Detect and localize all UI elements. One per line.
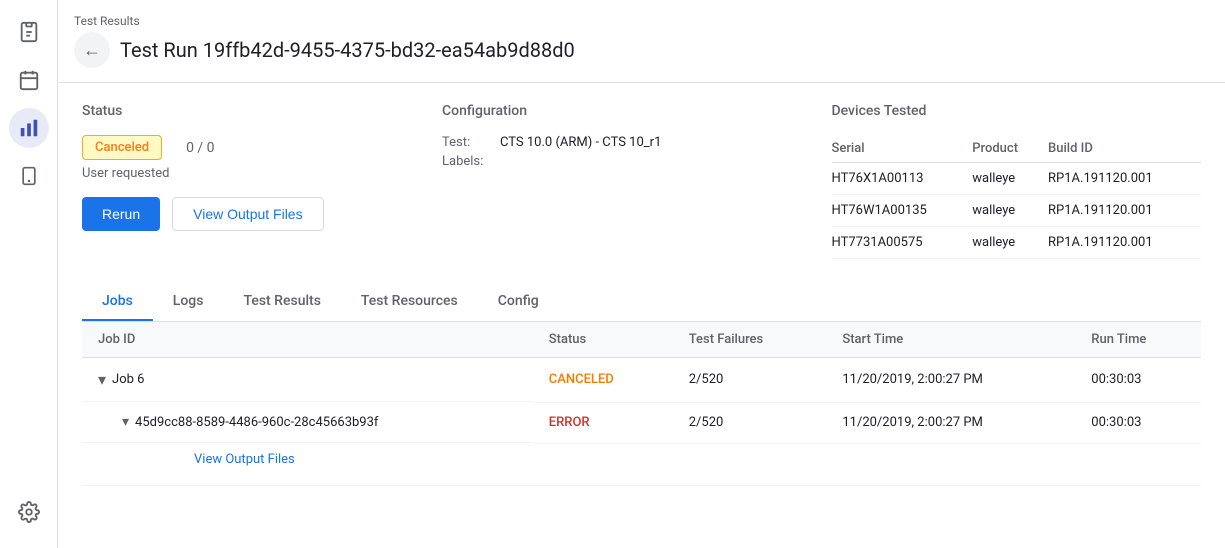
jobs-col-failures: Test Failures xyxy=(673,322,827,358)
table-row: ▾ Job 6 CANCELED 2/520 11/20/2019, 2:00:… xyxy=(82,358,1201,403)
status-section: Status Canceled 0 / 0 User requested Rer… xyxy=(82,103,422,259)
devices-col-serial: Serial xyxy=(832,135,973,163)
jobs-col-start: Start Time xyxy=(826,322,1075,358)
sidebar-icon-phone[interactable] xyxy=(9,156,49,196)
jobs-table: Job ID Status Test Failures Start Time R… xyxy=(82,322,1201,486)
sidebar-icon-settings[interactable] xyxy=(9,492,49,532)
sub-job-failures: 2/520 xyxy=(673,402,827,443)
device-serial: HT76X1A00113 xyxy=(832,163,973,195)
table-row: ▾ 45d9cc88-8589-4486-960c-28c45663b93f E… xyxy=(82,402,1201,443)
page-title-row: ← Test Run 19ffb42d-9455-4375-bd32-ea54a… xyxy=(74,32,1201,68)
devices-section: Devices Tested Serial Product Build ID H… xyxy=(812,103,1202,259)
tabs: Jobs Logs Test Results Test Resources Co… xyxy=(82,283,1201,322)
sidebar-icon-chart[interactable] xyxy=(9,108,49,148)
jobs-col-status: Status xyxy=(533,322,673,358)
sub-job-start-time: 11/20/2019, 2:00:27 PM xyxy=(826,402,1075,443)
table-row: HT7731A00575 walleye RP1A.191120.001 xyxy=(832,227,1202,259)
device-build-id: RP1A.191120.001 xyxy=(1048,163,1201,195)
device-product: walleye xyxy=(972,227,1048,259)
config-labels-row: Labels: xyxy=(442,154,812,169)
info-grid: Status Canceled 0 / 0 User requested Rer… xyxy=(82,103,1201,259)
test-label: Test: xyxy=(442,135,492,150)
sidebar-icon-clipboard[interactable] xyxy=(9,12,49,52)
sub-job-status: ERROR xyxy=(533,402,673,443)
action-buttons: Rerun View Output Files xyxy=(82,197,422,231)
main-panel: Test Results ← Test Run 19ffb42d-9455-43… xyxy=(58,0,1225,548)
tab-logs[interactable]: Logs xyxy=(153,283,224,321)
sidebar xyxy=(0,0,58,548)
job-run-time: 00:30:03 xyxy=(1075,358,1201,403)
device-serial: HT76W1A00135 xyxy=(832,195,973,227)
devices-heading: Devices Tested xyxy=(832,103,1202,119)
devices-col-product: Product xyxy=(972,135,1048,163)
job-id: ▾ Job 6 xyxy=(82,358,533,402)
tab-config[interactable]: Config xyxy=(478,283,559,321)
sub-expand-icon[interactable]: ▾ xyxy=(122,414,129,430)
user-requested-text: User requested xyxy=(82,166,422,181)
device-serial: HT7731A00575 xyxy=(832,227,973,259)
sidebar-icon-calendar[interactable] xyxy=(9,60,49,100)
jobs-col-runtime: Run Time xyxy=(1075,322,1201,358)
page-title: Test Run 19ffb42d-9455-4375-bd32-ea54ab9… xyxy=(120,38,575,62)
header: Test Results ← Test Run 19ffb42d-9455-43… xyxy=(58,0,1225,83)
devices-col-build: Build ID xyxy=(1048,135,1201,163)
devices-table: Serial Product Build ID HT76X1A00113 wal… xyxy=(832,135,1202,259)
view-output-button[interactable]: View Output Files xyxy=(172,197,323,231)
test-value: CTS 10.0 (ARM) - CTS 10_r1 xyxy=(500,135,661,150)
view-output-row: View Output Files xyxy=(82,443,1201,485)
rerun-button[interactable]: Rerun xyxy=(82,197,160,231)
job-status: CANCELED xyxy=(533,358,673,403)
status-row: Canceled 0 / 0 xyxy=(82,135,422,160)
status-heading: Status xyxy=(82,103,422,119)
table-row: HT76W1A00135 walleye RP1A.191120.001 xyxy=(832,195,1202,227)
job-failures: 2/520 xyxy=(673,358,827,403)
table-row: HT76X1A00113 walleye RP1A.191120.001 xyxy=(832,163,1202,195)
breadcrumb: Test Results xyxy=(74,14,1201,28)
sub-job-id: ▾ 45d9cc88-8589-4486-960c-28c45663b93f xyxy=(82,402,533,443)
device-product: walleye xyxy=(972,195,1048,227)
sub-job-run-time: 00:30:03 xyxy=(1075,402,1201,443)
configuration-heading: Configuration xyxy=(442,103,812,119)
config-test-row: Test: CTS 10.0 (ARM) - CTS 10_r1 xyxy=(442,135,812,150)
expand-icon[interactable]: ▾ xyxy=(98,370,106,389)
view-output-link[interactable]: View Output Files xyxy=(138,448,1185,475)
device-build-id: RP1A.191120.001 xyxy=(1048,195,1201,227)
tab-test-results[interactable]: Test Results xyxy=(223,283,340,321)
job-start-time: 11/20/2019, 2:00:27 PM xyxy=(826,358,1075,403)
device-build-id: RP1A.191120.001 xyxy=(1048,227,1201,259)
tab-test-resources[interactable]: Test Resources xyxy=(341,283,478,321)
back-button[interactable]: ← xyxy=(74,32,110,68)
jobs-col-id: Job ID xyxy=(82,322,533,358)
labels-label: Labels: xyxy=(442,154,492,169)
content-area: Status Canceled 0 / 0 User requested Rer… xyxy=(58,83,1225,548)
configuration-section: Configuration Test: CTS 10.0 (ARM) - CTS… xyxy=(422,103,812,259)
device-product: walleye xyxy=(972,163,1048,195)
progress-count: 0 / 0 xyxy=(186,140,214,156)
tab-jobs[interactable]: Jobs xyxy=(82,283,153,321)
status-badge: Canceled xyxy=(82,135,162,160)
